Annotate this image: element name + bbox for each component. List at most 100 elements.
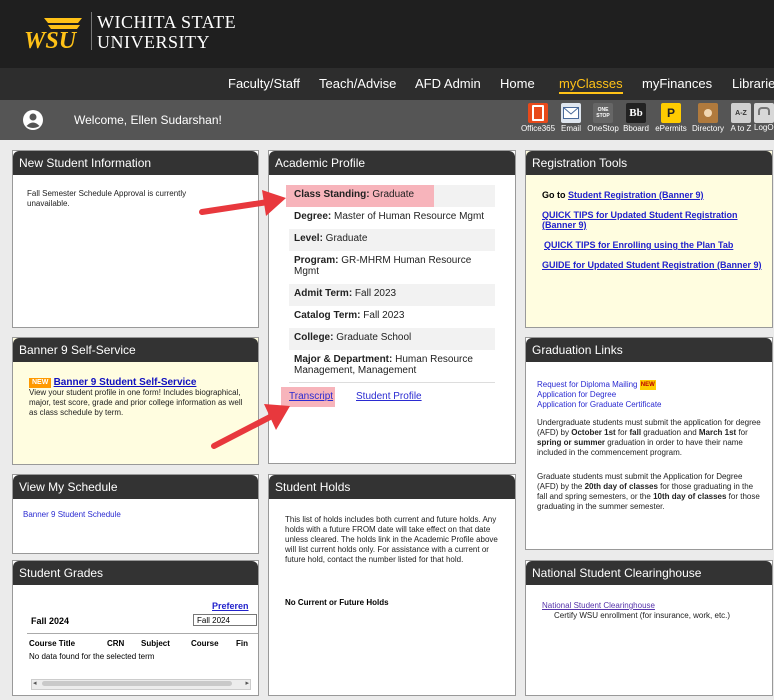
profile-row-admit-term: Admit Term: Fall 2023 (289, 284, 495, 306)
profile-label: Program: (294, 255, 339, 266)
quicklink-office365[interactable]: Office365 (520, 103, 556, 133)
scroll-left-icon[interactable]: ◂ (33, 679, 37, 687)
blackboard-icon: Bb (626, 103, 646, 123)
panel-title: Banner 9 Self-Service (13, 338, 258, 362)
clearinghouse-link[interactable]: National Student Clearinghouse (542, 601, 655, 611)
quicklink-label: Office365 (520, 124, 556, 133)
panel-title: View My Schedule (13, 475, 258, 499)
panel-view-schedule: View My Schedule Banner 9 Student Schedu… (12, 474, 259, 554)
panel-student-grades: Student Grades Preferen Fall 2024 Fall 2… (12, 560, 259, 696)
grades-divider (27, 633, 258, 634)
profile-row-class-standing: Class Standing: Graduate (286, 185, 495, 207)
nav-faculty-staff[interactable]: Faculty/Staff (228, 76, 300, 91)
profile-value: Fall 2023 (352, 288, 397, 299)
email-icon (561, 103, 581, 123)
horizontal-scrollbar[interactable]: ◂ ▸ (31, 679, 251, 690)
quicklink-email[interactable]: Email (553, 103, 589, 133)
holds-description: This list of holds includes both current… (285, 515, 498, 564)
quicklink-label: ePermits (655, 124, 687, 133)
panel-title: Student Holds (269, 475, 515, 499)
panel-student-holds: Student Holds This list of holds include… (268, 474, 516, 696)
quicklink-label: OneStop (587, 124, 619, 133)
profile-row-college: College: Graduate School (289, 328, 495, 350)
user-avatar-icon[interactable] (22, 109, 44, 131)
scroll-right-icon[interactable]: ▸ (245, 679, 249, 687)
col-crn: CRN (107, 639, 125, 648)
site-header: WSU WICHITA STATE UNIVERSITY (0, 0, 774, 68)
graduation-paragraph-2: Graduate students must submit the Applic… (537, 472, 760, 511)
diploma-mailing-link[interactable]: Request for Diploma Mailing (537, 380, 638, 389)
nav-myclasses[interactable]: myClasses (559, 76, 623, 94)
profile-value: Graduate (369, 189, 415, 200)
profile-label: Admit Term: (294, 288, 353, 299)
guide-registration-link[interactable]: GUIDE for Updated Student Registration (… (542, 260, 762, 270)
profile-label: College: (294, 332, 334, 343)
panel-title: New Student Information (13, 151, 258, 175)
lock-icon (754, 103, 774, 123)
office-icon (528, 103, 548, 123)
quicklink-label: Email (560, 124, 581, 133)
wsu-logo-icon[interactable]: WSU (22, 12, 88, 54)
panel-title: Registration Tools (526, 151, 772, 175)
welcome-text: Welcome, Ellen Sudarshan! (74, 113, 222, 127)
profile-row-program: Program: GR-MHRM Human Resource Mgmt (289, 251, 495, 284)
nav-myfinances[interactable]: myFinances (642, 76, 712, 91)
application-for-degree-link[interactable]: Application for Degree (537, 390, 616, 399)
quicklink-label: A to Z (730, 124, 752, 133)
graduate-certificate-link[interactable]: Application for Graduate Certificate (537, 400, 662, 409)
banner9-schedule-link[interactable]: Banner 9 Student Schedule (23, 510, 121, 520)
nav-home[interactable]: Home (500, 76, 535, 91)
quicklink-logout[interactable]: LogO (754, 103, 774, 132)
clearinghouse-text: Certify WSU enrollment (for insurance, w… (554, 611, 731, 620)
graduation-links-list: Request for Diploma Mailing NEW Applicat… (537, 380, 765, 410)
profile-label: Level: (294, 233, 323, 244)
preferences-link[interactable]: Preferen (212, 601, 249, 611)
profile-row-catalog-term: Catalog Term: Fall 2023 (289, 306, 495, 328)
nav-afd-admin[interactable]: AFD Admin (415, 76, 481, 91)
scrollbar-thumb[interactable] (42, 681, 232, 686)
panel-clearinghouse: National Student Clearinghouse National … (525, 560, 773, 696)
panel-title: Graduation Links (526, 338, 772, 362)
quick-tips-registration-link[interactable]: QUICK TIPS for Updated Student Registrat… (542, 210, 762, 230)
panel-academic-profile: Academic Profile Class Standing: Graduat… (268, 150, 516, 464)
quicklink-label: Bboard (623, 124, 649, 133)
nav-libraries[interactable]: Libraries (732, 76, 774, 91)
nav-teach-advise[interactable]: Teach/Advise (319, 76, 396, 91)
panel-registration-tools: Registration Tools Go to Student Registr… (525, 150, 773, 328)
quick-tips-plan-tab-link[interactable]: QUICK TIPS for Enrolling using the Plan … (544, 240, 764, 250)
onestop-icon: ONE STOP (593, 103, 613, 123)
profile-label: Degree: (294, 211, 332, 222)
panel-title: Academic Profile (269, 151, 515, 175)
panel-graduation-links: Graduation Links Request for Diploma Mai… (525, 337, 773, 550)
annotation-arrow-icon (199, 190, 286, 216)
profile-row-major: Major & Department: Human Resource Manag… (289, 350, 495, 383)
quicklink-bboard[interactable]: Bb Bboard (618, 103, 654, 133)
grades-empty-text: No data found for the selected term (29, 652, 155, 661)
main-nav: Faculty/Staff Teach/Advise AFD Admin Hom… (0, 68, 774, 100)
registration-banner9-link[interactable]: Student Registration (Banner 9) (568, 190, 704, 200)
banner9-self-service-link[interactable]: Banner 9 Student Self-Service (54, 377, 197, 388)
quicklink-epermits[interactable]: P ePermits (653, 103, 689, 133)
quicklink-onestop[interactable]: ONE STOP OneStop (585, 103, 621, 133)
quicklink-directory[interactable]: Directory (690, 103, 726, 133)
logo-line-2: UNIVERSITY (97, 32, 210, 52)
graduation-paragraph-1: Undergraduate students must submit the a… (537, 418, 761, 457)
registration-goto: Go to Student Registration (Banner 9) (542, 190, 704, 200)
directory-icon (698, 103, 718, 123)
profile-label: Catalog Term: (294, 310, 361, 321)
profile-divider (289, 382, 495, 383)
new-badge: NEW (29, 378, 52, 388)
profile-label: Major & Department: (294, 354, 393, 365)
logo-mark-text: WSU (24, 28, 78, 52)
holds-none-text: No Current or Future Holds (285, 598, 389, 607)
logo-text: WICHITA STATE UNIVERSITY (97, 12, 236, 52)
quicklink-label: Directory (691, 124, 724, 133)
term-label: Fall 2024 (31, 616, 70, 626)
logo-divider (91, 12, 92, 50)
profile-row-degree: Degree: Master of Human Resource Mgmt (289, 207, 495, 229)
goto-text: Go to (542, 190, 568, 200)
profile-value: Fall 2023 (360, 310, 405, 321)
col-course: Course (191, 639, 219, 648)
student-profile-link[interactable]: Student Profile (356, 391, 422, 402)
term-select[interactable]: Fall 2024 (193, 614, 257, 626)
